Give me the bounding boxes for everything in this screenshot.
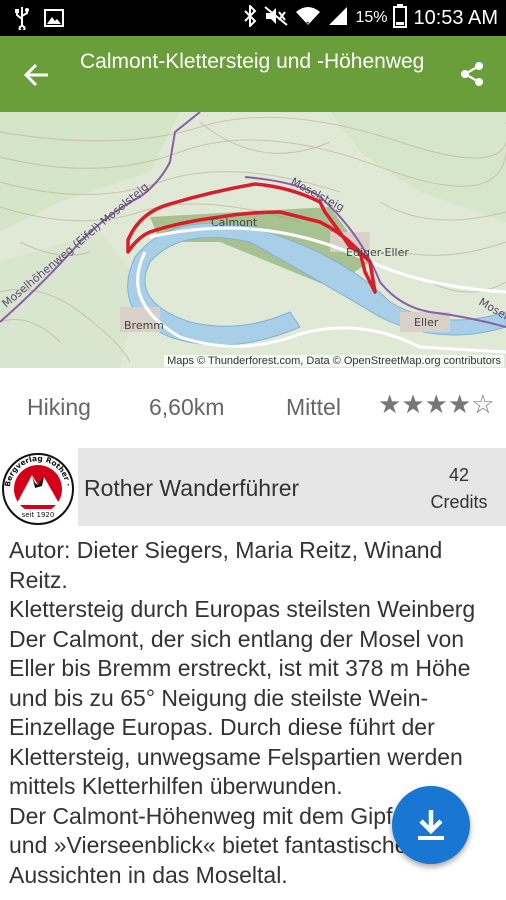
mute-icon — [263, 5, 289, 31]
description-author: Autor: Dieter Siegers, Maria Reitz, Wina… — [9, 537, 443, 593]
activity-type: Hiking — [27, 394, 91, 420]
star-filled-icon: ★ — [401, 390, 425, 420]
map-label-ediger-eller: Ediger-Eller — [346, 246, 409, 259]
route-map[interactable]: Moselsteig Moselhöhenweg (Eifel) Moselst… — [0, 112, 506, 368]
credits-badge: 42 Credits — [424, 462, 494, 516]
map-canvas: Moselsteig Moselhöhenweg (Eifel) Moselst… — [0, 112, 506, 368]
tour-info-row: Hiking 6,60km Mittel ★ ★ ★ ★ ☆ — [0, 368, 506, 448]
map-attribution[interactable]: Maps © Thunderforest.com, Data © OpenStr… — [164, 355, 504, 367]
share-button[interactable] — [456, 58, 488, 90]
star-filled-icon: ★ — [424, 390, 448, 420]
svg-text:⇅: ⇅ — [306, 21, 311, 27]
map-label-eller: Eller — [414, 316, 439, 329]
map-label-calmont: Calmont — [211, 216, 258, 229]
publisher-logo: Bergverlag Rother · München seit 1920 — [0, 446, 74, 525]
status-bar: ⇅ 15% 10:53 AM — [0, 0, 506, 36]
download-button[interactable] — [392, 786, 470, 864]
wifi-icon: ⇅ — [295, 5, 321, 31]
image-icon — [44, 9, 64, 31]
app-bar: Calmont-Klettersteig und -Höhenweg — [0, 36, 506, 112]
page-title: Calmont-Klettersteig und -Höhenweg — [80, 50, 425, 73]
battery-percent: 15% — [355, 9, 388, 26]
rating-stars: ★ ★ ★ ★ ☆ — [378, 390, 495, 420]
publisher-box[interactable]: Rother Wanderführer 42 Credits — [78, 448, 506, 526]
publisher-name: Rother Wanderführer — [84, 475, 300, 501]
clock: 10:53 AM — [413, 6, 498, 29]
bluetooth-icon — [243, 3, 257, 31]
description-subtitle: Klettersteig durch Europas steilsten Wei… — [9, 596, 476, 622]
share-icon — [461, 62, 483, 86]
usb-icon — [14, 6, 30, 34]
star-filled-icon: ★ — [447, 390, 472, 420]
tour-distance: 6,60km — [149, 394, 225, 420]
back-button[interactable] — [18, 56, 56, 94]
tour-difficulty: Mittel — [286, 394, 341, 420]
map-label-bremm: Bremm — [124, 319, 164, 332]
description-body: Der Calmont, der sich entlang der Mosel … — [9, 625, 471, 800]
credits-value: 42 — [448, 465, 470, 485]
signal-icon — [327, 5, 349, 31]
arrow-left-icon — [24, 63, 48, 87]
publisher-row[interactable]: Bergverlag Rother · München seit 1920 Ro… — [0, 446, 506, 526]
star-empty-icon: ☆ — [471, 390, 495, 420]
logo-year: seit 1920 — [22, 511, 55, 519]
credits-label: Credits — [430, 492, 488, 512]
star-filled-icon: ★ — [378, 390, 402, 420]
download-icon — [418, 810, 444, 840]
battery-icon — [393, 4, 408, 32]
